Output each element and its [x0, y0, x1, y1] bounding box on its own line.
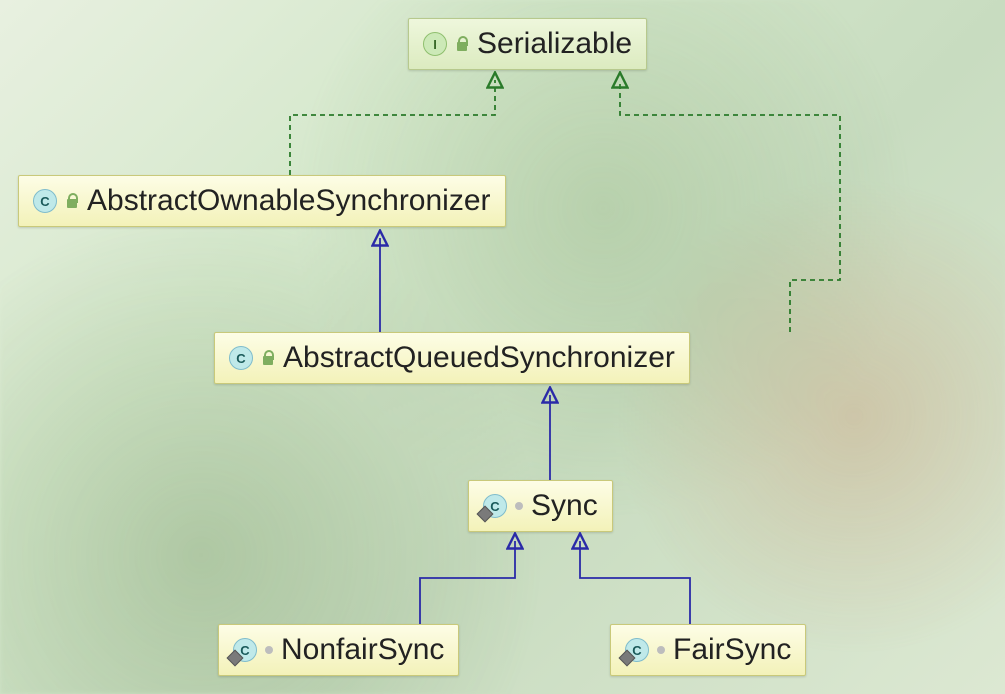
node-label: Sync	[531, 489, 598, 523]
node-label: NonfairSync	[281, 633, 444, 667]
node-serializable[interactable]: I Serializable	[408, 18, 647, 70]
class-icon: C	[229, 346, 253, 370]
node-abstract-ownable-synchronizer[interactable]: C AbstractOwnableSynchronizer	[18, 175, 506, 227]
dot-icon	[265, 646, 273, 654]
lock-icon	[261, 350, 275, 366]
node-fair-sync[interactable]: C FairSync	[610, 624, 806, 676]
interface-icon: I	[423, 32, 447, 56]
dot-icon	[657, 646, 665, 654]
class-icon: C	[625, 638, 649, 662]
node-label: FairSync	[673, 633, 791, 667]
node-label: AbstractOwnableSynchronizer	[87, 184, 491, 218]
node-sync[interactable]: C Sync	[468, 480, 613, 532]
node-label: Serializable	[477, 27, 632, 61]
class-icon: C	[483, 494, 507, 518]
class-icon: C	[233, 638, 257, 662]
class-icon: C	[33, 189, 57, 213]
node-abstract-queued-synchronizer[interactable]: C AbstractQueuedSynchronizer	[214, 332, 690, 384]
node-nonfair-sync[interactable]: C NonfairSync	[218, 624, 459, 676]
node-label: AbstractQueuedSynchronizer	[283, 341, 675, 375]
dot-icon	[515, 502, 523, 510]
lock-icon	[65, 193, 79, 209]
lock-icon	[455, 36, 469, 52]
